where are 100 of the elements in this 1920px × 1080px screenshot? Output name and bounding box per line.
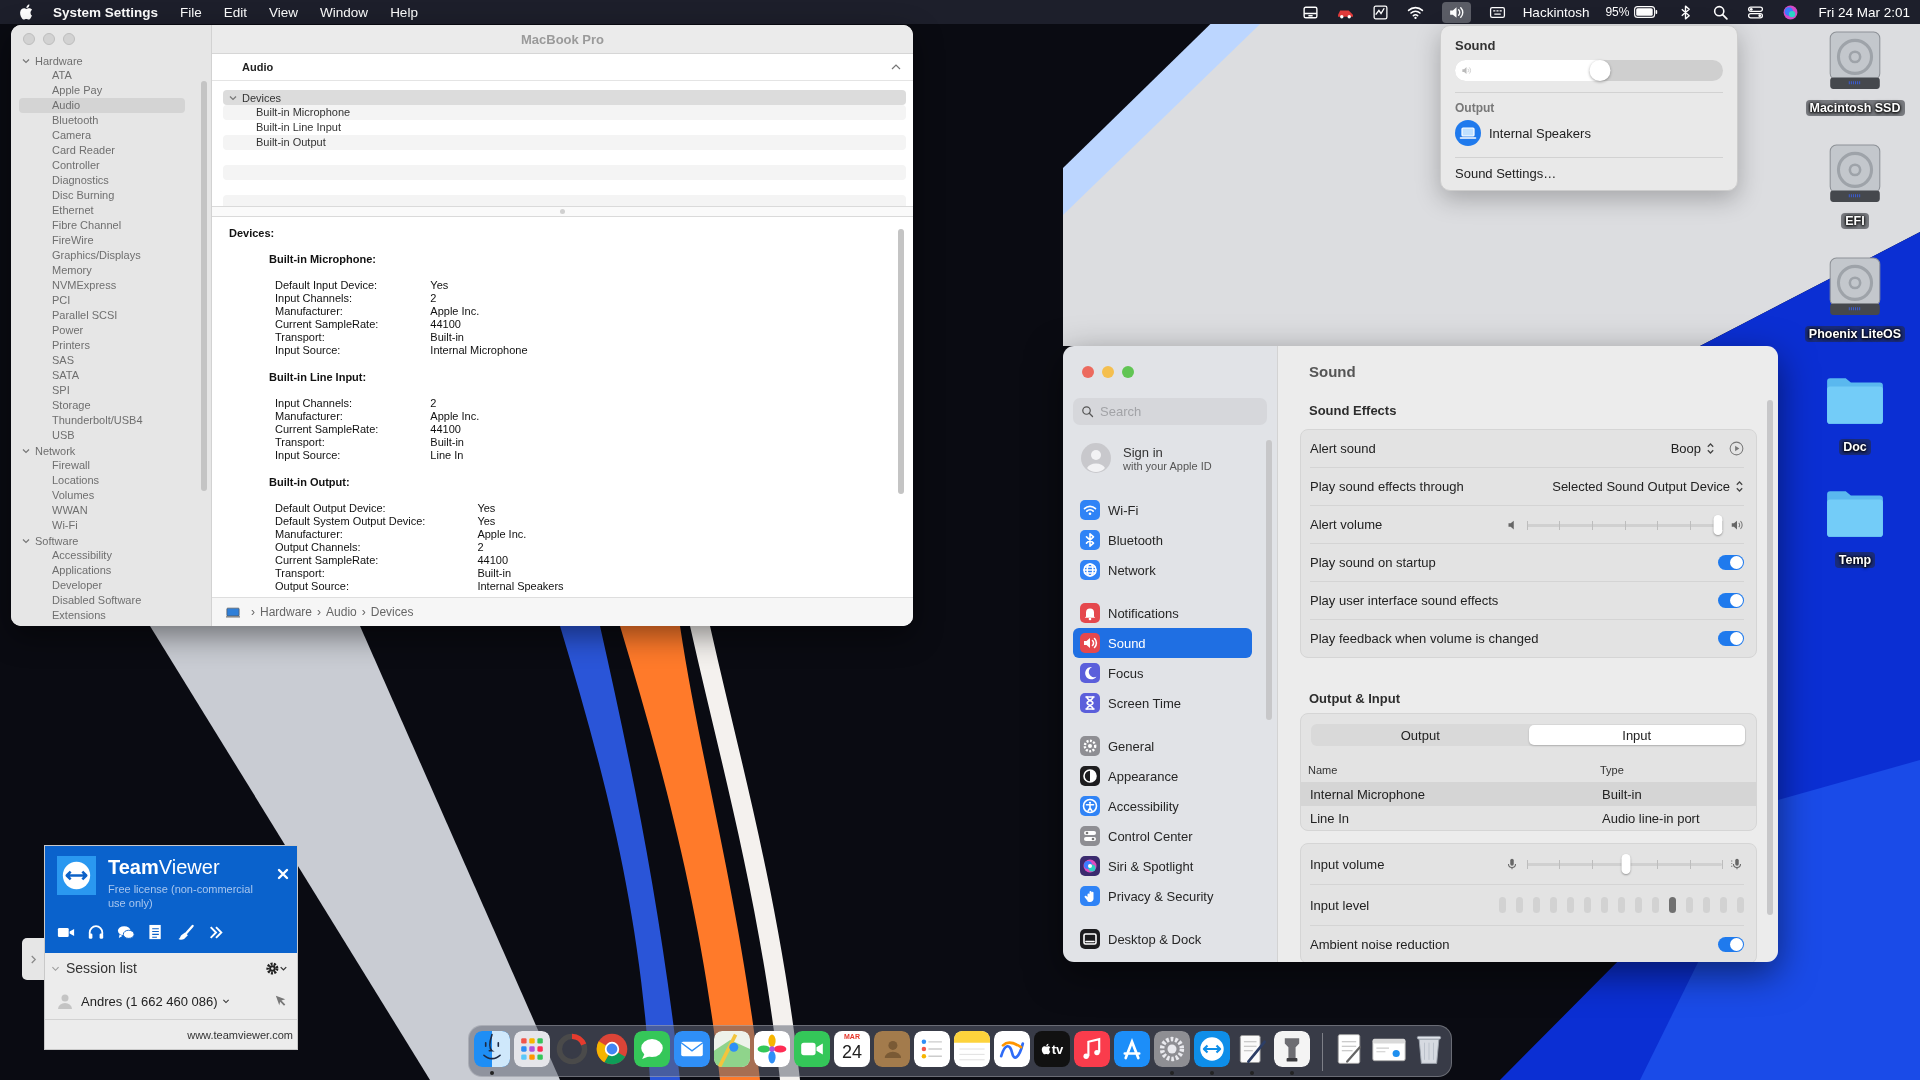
sidebar-group[interactable]: Network <box>11 443 211 458</box>
sidebar-item[interactable]: Siri & Spotlight <box>1073 851 1252 881</box>
gear-icon[interactable] <box>265 960 289 976</box>
brush-icon[interactable] <box>177 924 195 941</box>
sidebar-item[interactable]: Extensions <box>19 608 185 623</box>
chart-icon[interactable] <box>1371 3 1389 21</box>
caret-up-icon[interactable] <box>891 64 901 70</box>
sidebar-item[interactable]: Volumes <box>19 488 185 503</box>
tv-icon[interactable]: tv <box>1034 1031 1070 1067</box>
sidebar-item[interactable]: Control Center <box>1073 821 1252 851</box>
app-menu[interactable]: System Settings <box>53 4 159 20</box>
sidebar-item[interactable]: Memory <box>19 263 185 278</box>
tree-item[interactable]: Built-in Microphone <box>223 105 906 120</box>
menu-item[interactable]: Help <box>390 4 418 20</box>
sidebar-item[interactable]: Ethernet <box>19 203 185 218</box>
sidebar-item[interactable]: Bluetooth <box>1073 525 1252 555</box>
sidebar-item[interactable]: Apple Pay <box>19 83 185 98</box>
sidebar-item[interactable]: Privacy & Security <box>1073 881 1252 911</box>
sidebar-item[interactable]: Network <box>1073 555 1252 585</box>
volume-slider[interactable] <box>1455 60 1723 81</box>
toggle-switch[interactable] <box>1718 631 1744 646</box>
envelope-icon[interactable] <box>674 1031 710 1067</box>
close-icon[interactable] <box>277 868 289 880</box>
chat-bubble-icon[interactable] <box>634 1031 670 1067</box>
smiling-face-icon[interactable] <box>474 1031 510 1067</box>
sidebar-item[interactable]: NVMExpress <box>19 278 185 293</box>
sidebar-group[interactable]: Hardware <box>11 53 211 68</box>
icon-label[interactable]: Temp <box>1834 552 1876 568</box>
chevron-icon[interactable] <box>22 536 30 545</box>
scroll-bar[interactable] <box>1767 400 1773 915</box>
menu-item[interactable]: Window <box>320 4 369 20</box>
menu-item[interactable]: Sound Settings… <box>1455 166 1723 181</box>
sidebar-item[interactable]: Graphics/Displays <box>19 248 185 263</box>
siri-icon[interactable] <box>1782 3 1800 21</box>
split-handle[interactable] <box>560 209 565 214</box>
search-icon[interactable] <box>1712 3 1730 21</box>
sidebar-item[interactable]: Sound <box>1073 628 1252 658</box>
sidebar-item[interactable]: USB <box>19 428 185 443</box>
sidebar-item[interactable]: Disabled Software <box>19 593 185 608</box>
apple-logo-icon[interactable] <box>19 4 33 20</box>
sidebar-item[interactable]: Focus <box>1073 658 1252 688</box>
menu-item[interactable]: File <box>180 4 202 20</box>
sidebar-item[interactable]: SATA <box>19 368 185 383</box>
menu-item[interactable]: View <box>269 4 299 20</box>
sidebar-item[interactable]: Parallel SCSI <box>19 308 185 323</box>
sidebar-item[interactable]: Card Reader <box>19 143 185 158</box>
sidebar-item[interactable]: Fibre Channel <box>19 218 185 233</box>
chevron-icon[interactable] <box>229 93 237 102</box>
chevron-icon[interactable] <box>221 998 230 1004</box>
chat-icon[interactable] <box>117 924 135 941</box>
slider-thumb[interactable] <box>1713 514 1723 535</box>
scroll-bar[interactable] <box>1266 440 1272 720</box>
segment-tab[interactable]: Input <box>1528 725 1745 745</box>
pointer-icon[interactable] <box>275 995 287 1007</box>
column-header[interactable]: Type <box>1600 764 1756 776</box>
battery-icon[interactable] <box>1634 6 1659 18</box>
sidebar-item[interactable]: General <box>1073 731 1252 761</box>
path-item[interactable]: Audio <box>326 605 357 619</box>
sidebar-item[interactable]: Bluetooth <box>19 113 185 128</box>
session-name[interactable]: Andres (1 662 460 086) <box>81 993 218 1009</box>
notepad-icon[interactable] <box>954 1031 990 1067</box>
map-icon[interactable] <box>714 1031 750 1067</box>
sidebar-item[interactable]: Wi-Fi <box>19 518 185 533</box>
output-device-item[interactable]: Internal Speakers <box>1455 120 1723 146</box>
tree-item[interactable]: Built-in Line Input <box>223 120 906 135</box>
sidebar-item[interactable]: Camera <box>19 128 185 143</box>
speaker-icon[interactable] <box>1441 1 1471 23</box>
sidebar-item[interactable]: Wi-Fi <box>1073 495 1252 525</box>
video-camera-icon[interactable] <box>794 1031 830 1067</box>
device-row[interactable]: Line In Audio line-in port <box>1301 806 1756 830</box>
clamp-icon[interactable] <box>1274 1031 1310 1067</box>
sidebar-item[interactable]: WWAN <box>19 503 185 518</box>
chevron-icon[interactable] <box>22 56 30 65</box>
headset-icon[interactable] <box>87 924 105 941</box>
sidebar-item[interactable]: Diagnostics <box>19 173 185 188</box>
tree-item[interactable]: Built-in Output <box>223 135 906 150</box>
checklist-icon[interactable] <box>914 1031 950 1067</box>
sidebar-item[interactable]: Firewall <box>19 458 185 473</box>
sidebar-item[interactable]: Developer <box>19 578 185 593</box>
toggle-switch[interactable] <box>1718 937 1744 952</box>
color-ball-icon[interactable] <box>594 1031 630 1067</box>
segment-tab[interactable]: Output <box>1312 725 1529 745</box>
column-header[interactable]: Name <box>1308 764 1600 776</box>
sidebar-group[interactable]: Software <box>11 533 211 548</box>
sidebar-item[interactable]: Thunderbolt/USB4 <box>19 413 185 428</box>
sidebar-item[interactable]: Applications <box>19 563 185 578</box>
sign-in-title[interactable]: Sign in <box>1123 444 1212 460</box>
a-shape-icon[interactable] <box>1114 1031 1150 1067</box>
volume-slider[interactable] <box>1527 513 1722 536</box>
sidebar-item[interactable]: Appearance <box>1073 761 1252 791</box>
sidebar-item[interactable]: Controller <box>19 158 185 173</box>
sidebar-item[interactable]: Audio <box>19 98 185 113</box>
sidebar-item[interactable]: Power <box>19 323 185 338</box>
popup-button[interactable]: Boop <box>1670 441 1715 456</box>
menu-item[interactable]: Edit <box>223 4 248 20</box>
tray-icon[interactable] <box>1301 3 1319 21</box>
volume-slider[interactable] <box>1527 853 1722 875</box>
sidebar-item[interactable]: ATA <box>19 68 185 83</box>
chevron-icon[interactable] <box>22 446 30 455</box>
sidebar-item[interactable]: Disc Burning <box>19 188 185 203</box>
